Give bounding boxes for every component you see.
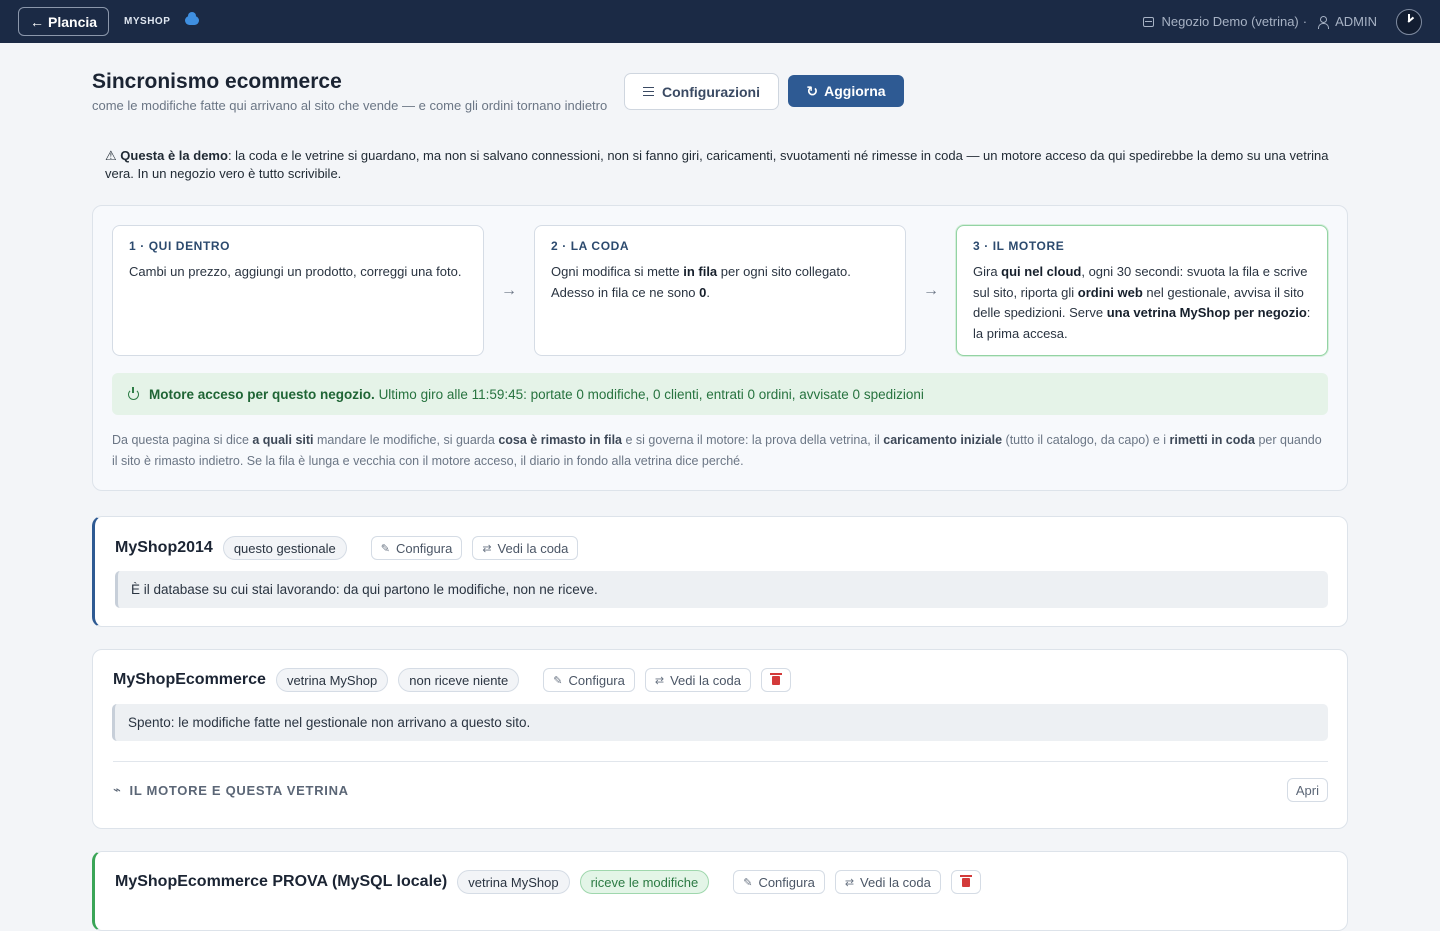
trash-icon (769, 672, 782, 685)
store-name: MyShopEcommerce PROVA (MySQL locale) (115, 873, 448, 890)
page-header: Sincronismo ecommerce come le modifiche … (92, 70, 607, 113)
store-note: È il database su cui stai lavorando: da … (115, 571, 1328, 608)
step-text: Cambi un prezzo, aggiungi un prodotto, c… (129, 264, 462, 279)
store-card-header: MyShopEcommerce vetrina MyShop non ricev… (113, 668, 791, 692)
configure-button[interactable]: ✎ Configura (370, 536, 463, 560)
configurations-label: Configurazioni (662, 83, 760, 100)
step-text: Ogni modifica si mette in fila per ogni … (551, 264, 851, 300)
configure-button[interactable]: ✎ Configura (543, 668, 635, 692)
refresh-label: Aggiorna (824, 83, 886, 99)
swap-icon: ⇄ (844, 876, 855, 889)
clock-icon[interactable] (1396, 8, 1422, 35)
store-status-badge: riceve le modifiche (579, 870, 710, 894)
step-title: 2 · LA CODA (551, 239, 630, 253)
store-name: MyShop2014 (115, 539, 213, 556)
user-info: Negozio Demo (vetrina) · ADMIN (1143, 8, 1422, 35)
refresh-icon: ↻ (806, 82, 819, 99)
step-title: 3 · IL MOTORE (973, 239, 1065, 253)
delete-button[interactable] (950, 870, 981, 894)
divider (113, 761, 1328, 762)
power-icon (128, 386, 139, 400)
open-button[interactable]: Apri (1286, 778, 1328, 802)
pencil-icon: ✎ (743, 876, 753, 889)
pencil-icon: ✎ (380, 542, 390, 555)
configurations-button[interactable]: Configurazioni (624, 73, 779, 110)
process-description: Da questa pagina si dice a quali siti ma… (112, 433, 1322, 468)
view-queue-button[interactable]: ⇄ Vedi la coda (472, 536, 579, 560)
view-queue-button[interactable]: ⇄ Vedi la coda (834, 870, 941, 894)
engine-section-toggle[interactable]: ⌁ IL MOTORE E QUESTA VETRINA (113, 782, 349, 798)
store-card-header: MyShop2014 questo gestionale ✎ Configura … (115, 536, 579, 560)
step-queue: 2 · LA CODA Ogni modifica si mette in fi… (534, 225, 906, 356)
arrow-right-icon: → (923, 282, 939, 299)
trash-icon (959, 874, 972, 887)
back-to-dashboard-button[interactable]: ← Plancia (18, 7, 110, 36)
arrow-right-icon: → (501, 282, 517, 299)
arrow-left-icon: ← (30, 13, 44, 30)
engine-status-text: Motore acceso per questo negozio. Ultimo… (149, 386, 924, 402)
store-status-badge: non riceve niente (398, 668, 520, 692)
step-inside: 1 · QUI DENTRO Cambi un prezzo, aggiungi… (112, 225, 484, 356)
user-icon (1317, 15, 1330, 29)
step-title: 1 · QUI DENTRO (129, 239, 231, 253)
store-card: MyShopEcommerce vetrina MyShop non ricev… (92, 649, 1348, 829)
back-button-label: Plancia (48, 13, 98, 30)
separator: · (1302, 14, 1308, 29)
refresh-button[interactable]: ↻ Aggiorna (788, 75, 904, 107)
notice-text: : la coda e le vetrine si guardano, ma n… (105, 148, 1329, 181)
user-name: ADMIN (1335, 14, 1377, 29)
engine-section-title: IL MOTORE E QUESTA VETRINA (129, 782, 349, 798)
page-subtitle: come le modifiche fatte qui arrivano al … (92, 98, 608, 113)
demo-notice: ⚠ Questa è la demo: la coda e le vetrine… (105, 147, 1335, 183)
pencil-icon: ✎ (553, 674, 563, 687)
top-bar: ← Plancia MYSHOP Negozio Demo (vetrina) … (0, 0, 1440, 43)
view-queue-button[interactable]: ⇄ Vedi la coda (644, 668, 751, 692)
configure-button[interactable]: ✎ Configura (733, 870, 825, 894)
shop-name: Negozio Demo (vetrina) (1161, 14, 1299, 29)
store-name: MyShopEcommerce (113, 671, 266, 688)
swap-icon: ⇄ (482, 542, 492, 555)
delete-button[interactable] (760, 668, 791, 692)
notice-lead: Questa è la demo (120, 148, 228, 163)
warning-icon: ⚠ (105, 148, 117, 163)
page-title: Sincronismo ecommerce (92, 70, 342, 93)
sync-process-panel: 1 · QUI DENTRO Cambi un prezzo, aggiungi… (92, 205, 1348, 491)
swap-icon: ⇄ (654, 674, 665, 687)
brand-logo: MYSHOP (124, 16, 171, 27)
store-type-badge: vetrina MyShop (457, 870, 570, 894)
store-note: Spento: le modifiche fatte nel gestional… (112, 704, 1328, 741)
engine-status-banner: Motore acceso per questo negozio. Ultimo… (112, 373, 1328, 415)
store-badge: questo gestionale (222, 536, 347, 560)
pulse-icon: ⌁ (113, 782, 122, 797)
cloud-icon (185, 12, 200, 25)
step-text: Gira qui nel cloud, ogni 30 secondi: svu… (973, 264, 1311, 341)
store-card: MyShopEcommerce PROVA (MySQL locale) vet… (92, 851, 1348, 931)
step-engine: 3 · IL MOTORE Gira qui nel cloud, ogni 3… (956, 225, 1328, 356)
store-card: MyShop2014 questo gestionale ✎ Configura … (92, 516, 1348, 627)
menu-icon (643, 87, 654, 96)
shop-icon (1143, 16, 1155, 27)
store-card-header: MyShopEcommerce PROVA (MySQL locale) vet… (115, 870, 981, 894)
store-type-badge: vetrina MyShop (275, 668, 389, 692)
